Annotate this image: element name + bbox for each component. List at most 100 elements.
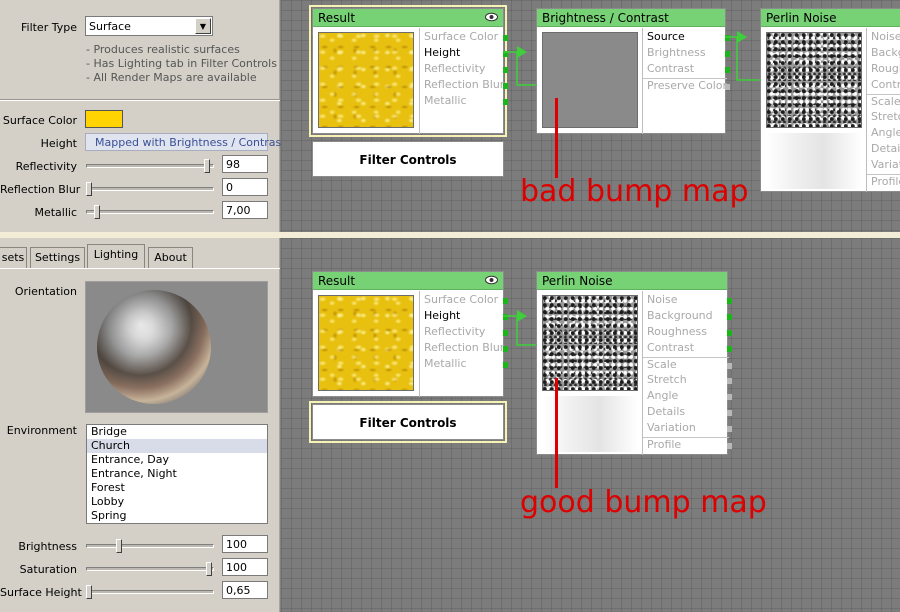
filter-type-select[interactable]: Surface ▼ — [85, 16, 213, 36]
port-reflectivity[interactable]: Reflectivity — [420, 325, 508, 341]
port-reflection-blur[interactable]: Reflection Blur — [420, 78, 508, 94]
port-reflection-blur[interactable]: Reflection Blur — [420, 341, 508, 357]
reflectivity-label: Reflectivity — [15, 160, 77, 173]
brightness-slider-thumb[interactable] — [116, 539, 122, 553]
port-metallic[interactable]: Metallic — [420, 357, 508, 373]
port-angle[interactable]: Angle — [867, 126, 900, 142]
reflection-blur-label: Reflection Blur — [0, 183, 81, 196]
list-item[interactable]: Church — [87, 439, 267, 453]
tab-about[interactable]: About — [148, 247, 193, 268]
eye-icon[interactable] — [485, 275, 498, 285]
perlin-node-title[interactable]: Perlin Noise — [537, 272, 727, 290]
surface-height-input[interactable]: 0,65 — [222, 581, 268, 599]
perlin-noise-node[interactable]: Perlin Noise Noise Background Roughness … — [536, 271, 732, 455]
perlin-node-title[interactable]: Perlin Noise — [761, 9, 900, 27]
filter-type-value: Surface — [89, 20, 131, 33]
filter-controls-button[interactable]: Filter Controls — [312, 141, 504, 177]
brightness-slider[interactable] — [86, 544, 214, 548]
perlin-preview-image — [766, 32, 862, 128]
reflectivity-slider-thumb[interactable] — [203, 159, 210, 173]
port-scale[interactable]: Scale — [867, 94, 900, 110]
surface-height-slider-thumb[interactable] — [86, 585, 92, 599]
port-noise[interactable]: Noise — [643, 293, 732, 309]
sphere-shading — [97, 290, 211, 404]
port-stretch[interactable]: Stretch — [643, 373, 732, 389]
list-item[interactable]: Entrance, Night — [87, 467, 267, 481]
port-angle[interactable]: Angle — [643, 389, 732, 405]
orientation-label: Orientation — [14, 285, 77, 298]
port-profile[interactable]: Profile — [867, 174, 900, 190]
port-brightness[interactable]: Brightness — [643, 46, 730, 62]
reflection-blur-slider[interactable] — [86, 187, 214, 191]
port-background[interactable]: Backgr — [867, 46, 900, 62]
port-noise[interactable]: Noise — [867, 30, 900, 46]
result-node[interactable]: Result Surface Color Height Reflectivity… — [312, 271, 508, 397]
saturation-slider[interactable] — [86, 567, 214, 571]
port-surface-color[interactable]: Surface Color — [420, 293, 508, 309]
port-stretch[interactable]: Stretc — [867, 110, 900, 126]
height-mapping-field[interactable]: Mapped with Brightness / Contrast — [85, 133, 286, 151]
port-roughness[interactable]: Rough — [867, 62, 900, 78]
bc-node-title[interactable]: Brightness / Contrast — [537, 9, 725, 27]
height-label: Height — [40, 137, 77, 150]
result-port-list: Surface Color Height Reflectivity Reflec… — [419, 28, 508, 134]
tab-lighting[interactable]: Lighting — [87, 244, 145, 268]
surface-height-slider[interactable] — [86, 590, 214, 594]
port-contrast[interactable]: Contra — [867, 78, 900, 94]
environment-list[interactable]: Bridge Church Entrance, Day Entrance, Ni… — [86, 424, 268, 524]
surface-color-swatch[interactable] — [85, 110, 123, 128]
eye-icon[interactable] — [485, 12, 498, 22]
tab-presets[interactable]: sets — [0, 247, 27, 268]
filter-type-label: Filter Type — [20, 21, 77, 34]
orientation-preview[interactable] — [85, 281, 268, 413]
result-node-title[interactable]: Result — [313, 272, 503, 290]
perlin-port-list: Noise Backgr Rough Contra Scale Stretc A… — [866, 28, 900, 192]
list-item[interactable]: Spring — [87, 509, 267, 523]
brightness-contrast-node[interactable]: Brightness / Contrast Source Brightness … — [536, 8, 730, 134]
perlin-noise-node[interactable]: Perlin Noise Noise Backgr Rough Contra S… — [760, 8, 900, 192]
reflection-blur-slider-thumb[interactable] — [86, 182, 92, 196]
metallic-label: Metallic — [34, 206, 77, 219]
result-node[interactable]: Result Surface Color Height Reflectivity… — [309, 5, 508, 137]
port-contrast[interactable]: Contrast — [643, 62, 730, 78]
tab-settings[interactable]: Settings — [30, 247, 85, 268]
metallic-slider-thumb[interactable] — [94, 205, 101, 219]
list-item[interactable]: Lobby — [87, 495, 267, 509]
result-port-list: Surface Color Height Reflectivity Reflec… — [419, 291, 508, 397]
port-variation[interactable]: Variation — [643, 421, 732, 437]
port-scale[interactable]: Scale — [643, 357, 732, 373]
saturation-input[interactable]: 100 — [222, 558, 268, 576]
list-item[interactable]: Entrance, Day — [87, 453, 267, 467]
surface-properties-panel: Filter Type Surface ▼ - Produces realist… — [0, 0, 286, 232]
port-height[interactable]: Height — [420, 46, 508, 62]
dropdown-arrow-icon[interactable]: ▼ — [195, 18, 211, 34]
port-roughness[interactable]: Roughness — [643, 325, 732, 341]
port-surface-color[interactable]: Surface Color — [420, 30, 508, 46]
metallic-slider[interactable] — [86, 210, 214, 214]
reflectivity-slider[interactable] — [86, 164, 214, 168]
port-details[interactable]: Details — [643, 405, 732, 421]
node-canvas-top[interactable]: Result Surface Color Height Reflectivity… — [281, 0, 900, 232]
port-source[interactable]: Source — [643, 30, 730, 46]
port-height[interactable]: Height — [420, 309, 508, 325]
result-preview-image — [318, 32, 414, 128]
port-profile[interactable]: Profile — [643, 437, 732, 453]
node-canvas-bottom[interactable]: Result Surface Color Height Reflectivity… — [281, 238, 900, 612]
port-details[interactable]: Details — [867, 142, 900, 158]
port-reflectivity[interactable]: Reflectivity — [420, 62, 508, 78]
port-contrast[interactable]: Contrast — [643, 341, 732, 357]
reflectivity-input[interactable]: 98 — [222, 155, 268, 173]
filter-controls-button[interactable]: Filter Controls — [309, 401, 507, 443]
saturation-slider-thumb[interactable] — [206, 562, 212, 576]
result-node-title[interactable]: Result — [313, 9, 503, 27]
brightness-input[interactable]: 100 — [222, 535, 268, 553]
list-item[interactable]: Bridge — [87, 425, 267, 439]
reflection-blur-input[interactable]: 0 — [222, 178, 268, 196]
surface-color-label: Surface Color — [2, 114, 77, 127]
port-variation[interactable]: Variatio — [867, 158, 900, 174]
port-metallic[interactable]: Metallic — [420, 94, 508, 110]
port-background[interactable]: Background — [643, 309, 732, 325]
port-preserve-color[interactable]: Preserve Color — [643, 78, 730, 94]
list-item[interactable]: Forest — [87, 481, 267, 495]
metallic-input[interactable]: 7,00 — [222, 201, 268, 219]
